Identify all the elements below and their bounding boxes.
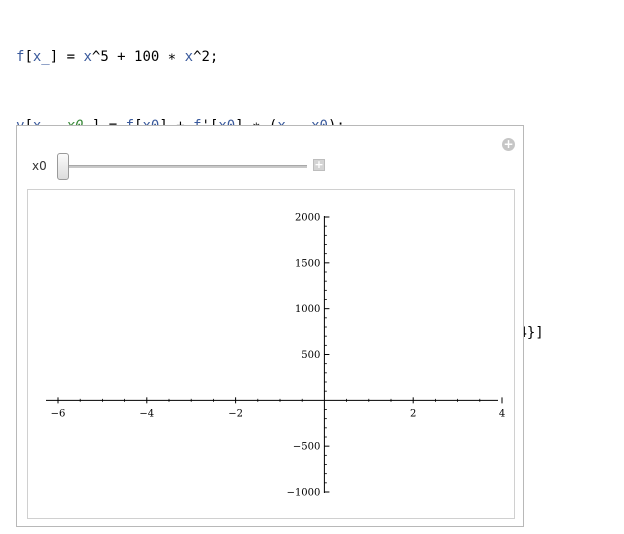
plot-output-frame: −6 −4 −2 2 4 −1000 −500 500 1000 1500 2000 <box>27 189 515 519</box>
code-token: ] = <box>49 49 84 65</box>
code-token: x_ <box>32 49 50 65</box>
code-line-define-f: f[x_] = x^5 + 100 ∗ x^2; <box>16 46 544 69</box>
x-tick-label: −6 <box>51 408 66 419</box>
y-tick-label: 1500 <box>295 258 320 269</box>
y-tick-label: 1000 <box>295 304 320 315</box>
slider-track[interactable] <box>59 165 307 168</box>
x-tick-label: −2 <box>228 408 243 419</box>
panel-options-plus-icon[interactable]: + <box>502 138 515 151</box>
code-token: x <box>83 49 92 65</box>
slider-label-x0: x0 <box>32 159 47 173</box>
slider-expand-plus-icon[interactable]: + <box>313 159 325 171</box>
y-tick-label: 2000 <box>295 213 320 224</box>
x-tick-label: 2 <box>410 408 416 419</box>
code-token: ∗ <box>167 49 177 65</box>
x-tick-label: 4 <box>499 408 505 419</box>
slider-thumb-x0[interactable] <box>57 153 69 180</box>
manipulate-panel: + x0 + −6 −4 −2 2 4 −1000 −500 500 1000 1500 2000 <box>16 125 524 527</box>
y-tick-label: −500 <box>293 442 320 453</box>
code-token: ^5 + 100 <box>91 49 168 65</box>
x-tick-label: −4 <box>139 408 154 419</box>
y-tick-label: 500 <box>301 350 320 361</box>
code-token: [ <box>24 49 33 65</box>
code-token: x <box>184 49 194 65</box>
y-tick-label: −1000 <box>287 488 321 499</box>
plot-area: −6 −4 −2 2 4 −1000 −500 500 1000 1500 2000 <box>46 213 505 499</box>
code-token: ^2; <box>193 49 219 65</box>
